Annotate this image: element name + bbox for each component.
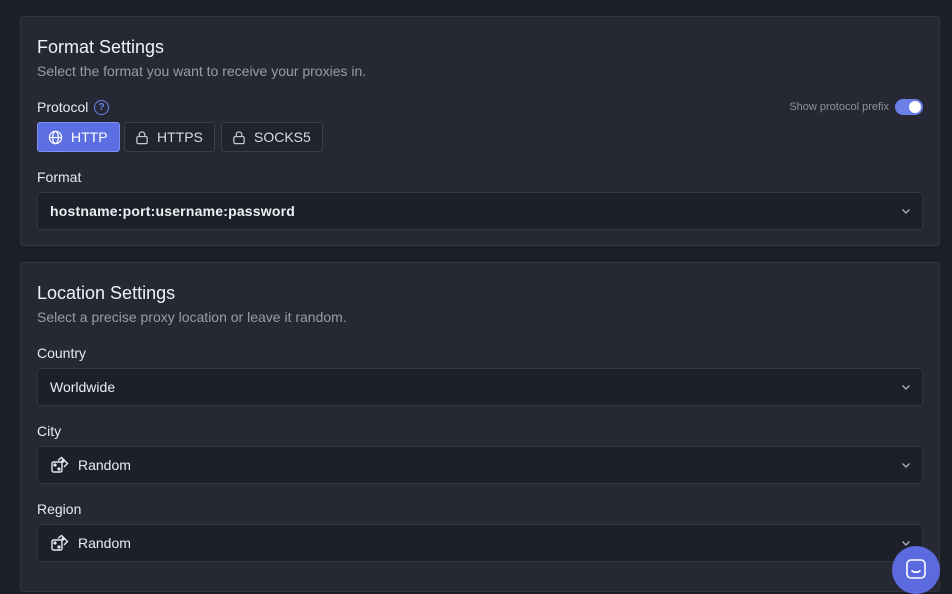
- location-settings-title: Location Settings: [37, 283, 176, 303]
- chat-icon: [906, 559, 926, 579]
- format-settings-subtitle: Select the format you want to receive yo…: [37, 63, 367, 79]
- region-value: Random: [78, 535, 131, 551]
- protocol-socks5-button[interactable]: SOCKS5: [221, 122, 323, 152]
- toggle-knob: [909, 101, 921, 113]
- lock-icon: [233, 130, 245, 144]
- show-protocol-prefix-label: Show protocol prefix: [789, 101, 889, 113]
- chat-widget-button[interactable]: [892, 546, 940, 594]
- protocol-http-label: HTTP: [71, 129, 108, 145]
- format-label: Format: [37, 169, 82, 185]
- help-icon[interactable]: ?: [94, 100, 109, 115]
- location-settings-subtitle: Select a precise proxy location or leave…: [37, 309, 347, 325]
- city-select[interactable]: Random: [37, 446, 923, 484]
- chevron-down-icon: [902, 385, 910, 390]
- show-protocol-prefix-toggle[interactable]: [895, 99, 923, 115]
- globe-icon: [48, 130, 63, 144]
- protocol-socks5-label: SOCKS5: [254, 129, 311, 145]
- format-select[interactable]: hostname:port:username:password: [37, 192, 923, 230]
- dice-icon: [51, 456, 69, 473]
- format-settings-title: Format Settings: [37, 37, 165, 57]
- chevron-down-icon: [902, 209, 910, 214]
- city-label: City: [37, 423, 62, 439]
- dice-icon: [51, 534, 69, 551]
- city-value: Random: [78, 457, 131, 473]
- region-select[interactable]: Random: [37, 524, 923, 562]
- lock-icon: [136, 130, 148, 144]
- country-value: Worldwide: [50, 379, 116, 395]
- format-settings-card: Format Settings Select the format you wa…: [20, 16, 940, 246]
- protocol-http-button[interactable]: HTTP: [37, 122, 120, 152]
- protocol-https-label: HTTPS: [157, 129, 203, 145]
- location-settings-card: Location Settings Select a precise proxy…: [20, 262, 940, 592]
- protocol-https-button[interactable]: HTTPS: [124, 122, 215, 152]
- format-value: hostname:port:username:password: [50, 203, 296, 219]
- protocol-label: Protocol: [37, 99, 89, 115]
- country-label: Country: [37, 345, 87, 361]
- chevron-down-icon: [902, 463, 910, 468]
- region-label: Region: [37, 501, 82, 517]
- country-select[interactable]: Worldwide: [37, 368, 923, 406]
